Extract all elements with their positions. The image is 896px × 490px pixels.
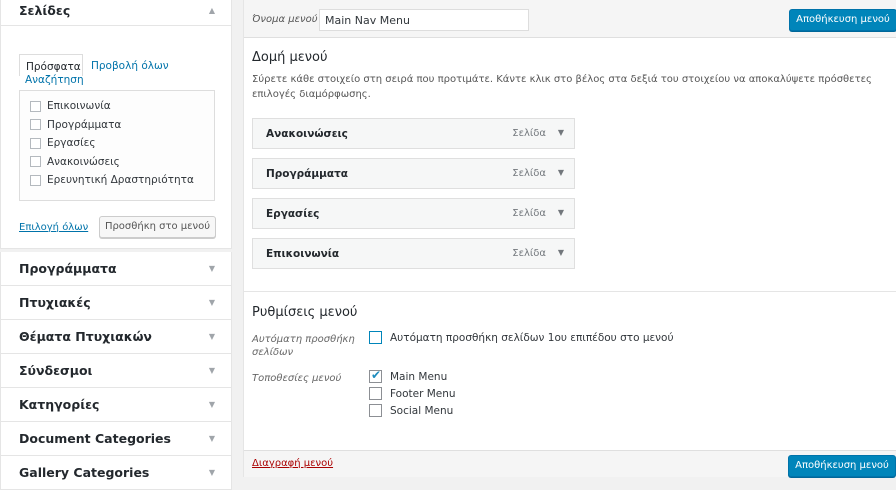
add-to-menu-button[interactable]: Προσθήκη στο μενού <box>99 216 216 238</box>
pages-tabs: Πρόσφατα Προβολή όλων Αναζήτηση <box>19 54 215 90</box>
chevron-up-icon[interactable]: ▲ <box>209 0 215 22</box>
chevron-down-icon[interactable]: ▼ <box>558 208 564 217</box>
menu-item-title: Εργασίες <box>266 208 320 220</box>
auto-add-label: Αυτόματη προσθήκη σελίδων <box>252 334 355 358</box>
section-title: Σύνδεσμοι <box>19 363 93 378</box>
menu-item-type: Σελίδα <box>512 128 546 139</box>
page-checklist-item[interactable]: Εργασίες <box>20 134 214 153</box>
menu-name-label: Όνομα μενού <box>252 14 318 25</box>
divider <box>244 291 896 292</box>
page-checklist-item[interactable]: Επικοινωνία <box>20 97 214 116</box>
menu-structure-description: Σύρετε κάθε στοιχείο στη σειρά που προτι… <box>252 74 872 100</box>
menu-locations-label: Τοποθεσίες μενού <box>252 373 342 384</box>
pages-checklist: Επικοινωνία Προγράμματα Εργασίες Ανακοιν… <box>19 90 215 201</box>
menu-item-title: Προγράμματα <box>266 168 348 180</box>
chevron-down-icon[interactable]: ▼ <box>209 320 215 354</box>
pages-section-header[interactable]: Σελίδες ▲ <box>0 0 232 26</box>
chevron-down-icon[interactable]: ▼ <box>209 388 215 422</box>
chevron-down-icon[interactable]: ▼ <box>209 354 215 388</box>
checkbox[interactable] <box>30 156 41 168</box>
save-menu-button[interactable]: Αποθήκευση μενού <box>789 9 896 31</box>
chevron-down-icon[interactable]: ▼ <box>209 252 215 286</box>
menu-structure-title: Δομή μενού <box>252 50 328 65</box>
menu-name-input[interactable] <box>319 9 529 31</box>
location-option-footer-menu[interactable]: Footer Menu <box>369 387 456 400</box>
location-option-social-menu[interactable]: Social Menu <box>369 404 453 417</box>
location-option-main-menu[interactable]: ✔ Main Menu <box>369 368 448 383</box>
auto-add-option[interactable]: Αυτόματη προσθήκη σελίδων 1ου επιπέδου σ… <box>369 331 674 344</box>
tab-search[interactable]: Αναζήτηση <box>25 74 84 86</box>
menu-settings-title: Ρυθμίσεις μενού <box>252 305 358 320</box>
menu-header-bar: Όνομα μενού Αποθήκευση μενού <box>244 0 896 38</box>
section-title: Gallery Categories <box>19 465 150 480</box>
menu-item-title: Επικοινωνία <box>266 248 340 260</box>
section-title: Document Categories <box>19 431 171 446</box>
delete-menu-link[interactable]: Διαγραφή μενού <box>252 458 333 469</box>
section-title: Κατηγορίες <box>19 397 100 412</box>
checkbox[interactable] <box>30 100 41 112</box>
page-item-label: Προγράμματα <box>47 118 122 131</box>
section-title: Προγράμματα <box>19 261 117 276</box>
tab-view-all[interactable]: Προβολή όλων <box>91 60 169 72</box>
menu-item[interactable]: Εργασίες Σελίδα ▼ <box>252 198 575 229</box>
section-header-links[interactable]: Σύνδεσμοι ▼ <box>0 354 232 388</box>
page-item-label: Επικοινωνία <box>47 100 111 113</box>
section-header-gallery-categories[interactable]: Gallery Categories ▼ <box>0 456 232 490</box>
footer-menu-checkbox[interactable] <box>369 387 382 400</box>
auto-add-option-label: Αυτόματη προσθήκη σελίδων 1ου επιπέδου σ… <box>390 331 674 344</box>
checkbox[interactable] <box>30 174 41 186</box>
menu-item-type: Σελίδα <box>512 208 546 219</box>
auto-add-checkbox[interactable] <box>369 331 382 344</box>
section-title: Πτυχιακές <box>19 295 91 310</box>
section-header-programs[interactable]: Προγράμματα ▼ <box>0 252 232 286</box>
section-header-document-categories[interactable]: Document Categories ▼ <box>0 422 232 456</box>
main-menu-checkbox[interactable]: ✔ <box>369 368 382 383</box>
other-sections: Προγράμματα ▼ Πτυχιακές ▼ Θέματα Πτυχιακών… <box>0 252 232 490</box>
location-label: Footer Menu <box>390 387 456 400</box>
menu-item-title: Ανακοινώσεις <box>266 128 348 140</box>
tab-recent[interactable]: Πρόσφατα <box>19 54 83 76</box>
select-all-link[interactable]: Επιλογή όλων <box>19 222 88 233</box>
menu-management-panel: Όνομα μενού Αποθήκευση μενού Δομή μενού … <box>243 0 896 477</box>
add-menu-items-panel: Σελίδες ▲ Πρόσφατα Προβολή όλων Αναζήτησ… <box>0 0 232 490</box>
checkbox[interactable] <box>30 119 41 131</box>
page-item-label: Ερευνητική Δραστηριότητα <box>47 174 194 187</box>
menu-item[interactable]: Επικοινωνία Σελίδα ▼ <box>252 238 575 269</box>
section-header-thesis-topics[interactable]: Θέματα Πτυχιακών ▼ <box>0 320 232 354</box>
page-item-label: Ανακοινώσεις <box>47 155 120 168</box>
chevron-down-icon[interactable]: ▼ <box>209 422 215 456</box>
page-checklist-item[interactable]: Ανακοινώσεις <box>20 153 214 172</box>
checkbox[interactable] <box>30 137 41 149</box>
menu-item-type: Σελίδα <box>512 248 546 259</box>
pages-section-body: Πρόσφατα Προβολή όλων Αναζήτηση Επικοινω… <box>0 26 232 249</box>
location-label: Main Menu <box>390 370 448 383</box>
chevron-down-icon[interactable]: ▼ <box>558 248 564 257</box>
pages-section-title: Σελίδες <box>19 3 71 18</box>
chevron-down-icon[interactable]: ▼ <box>209 286 215 320</box>
checkmark-icon: ✔ <box>371 368 382 382</box>
menu-item[interactable]: Προγράμματα Σελίδα ▼ <box>252 158 575 189</box>
menu-item-type: Σελίδα <box>512 168 546 179</box>
section-title: Θέματα Πτυχιακών <box>19 329 152 344</box>
section-header-categories[interactable]: Κατηγορίες ▼ <box>0 388 232 422</box>
page-item-label: Εργασίες <box>47 137 96 150</box>
chevron-down-icon[interactable]: ▼ <box>209 456 215 490</box>
page-checklist-item[interactable]: Ερευνητική Δραστηριότητα <box>20 171 214 190</box>
chevron-down-icon[interactable]: ▼ <box>558 168 564 177</box>
location-label: Social Menu <box>390 404 454 417</box>
section-header-theses[interactable]: Πτυχιακές ▼ <box>0 286 232 320</box>
social-menu-checkbox[interactable] <box>369 404 382 417</box>
page-checklist-item[interactable]: Προγράμματα <box>20 116 214 135</box>
save-menu-button-bottom[interactable]: Αποθήκευση μενού <box>788 455 896 477</box>
menu-item[interactable]: Ανακοινώσεις Σελίδα ▼ <box>252 118 575 149</box>
chevron-down-icon[interactable]: ▼ <box>558 128 564 137</box>
